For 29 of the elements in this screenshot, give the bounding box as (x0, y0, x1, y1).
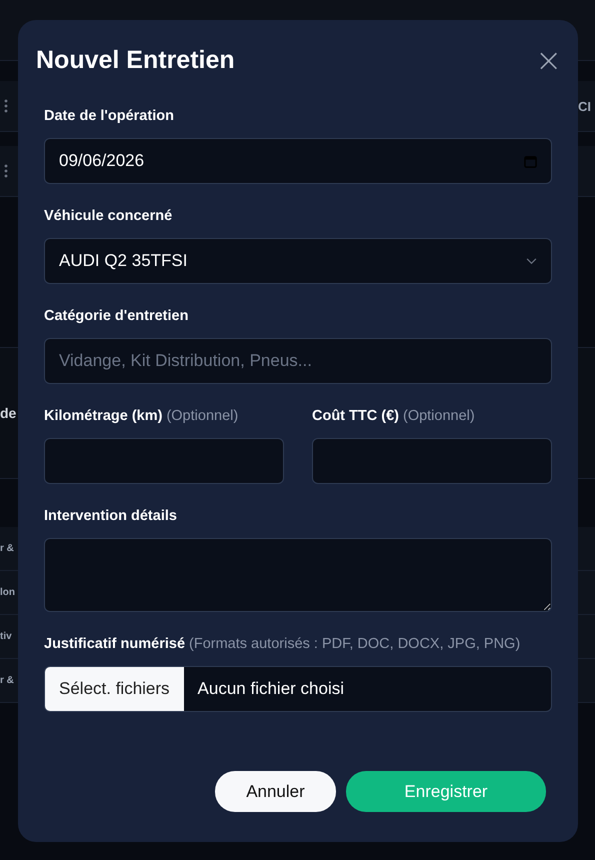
table-cell-fragment: r & (0, 675, 14, 686)
field-label: Véhicule concerné (44, 207, 174, 226)
file-field[interactable]: Sélect. fichiers Aucun fichier choisi (44, 666, 552, 712)
field-label: Date de l'opération (44, 107, 175, 126)
field-label: Kilométrage (km) (Optionnel) (44, 407, 240, 426)
heading-fragment: de (0, 405, 16, 421)
field-label: Intervention détails (44, 507, 178, 526)
table-cell-fragment: tiv (0, 631, 12, 642)
cancel-button[interactable]: Annuler (215, 771, 336, 812)
input-field[interactable]: Vidange, Kit Distribution, Pneus... (44, 338, 552, 384)
input-field[interactable] (312, 438, 552, 484)
field-label: Coût TTC (€) (Optionnel) (312, 407, 476, 426)
choose-file-button[interactable]: Sélect. fichiers (45, 667, 184, 711)
kebab-icon[interactable] (4, 164, 8, 178)
close-button[interactable]: × (535, 44, 562, 76)
chevron-down-icon (526, 258, 537, 264)
vehicle-select[interactable]: AUDI Q2 35TFSI (44, 238, 552, 284)
column-header-fragment: CI (578, 98, 591, 114)
field-label: Justificatif numérisé (Formats autorisés : PDF, DOC, DOCX, JPG, PNG) (44, 635, 522, 654)
file-status: Aucun fichier choisi (198, 679, 344, 699)
modal-title: Nouvel Entretien (36, 46, 235, 74)
field-label: Catégorie d'entretien (44, 307, 190, 326)
table-cell-fragment: lon (0, 587, 15, 598)
kebab-icon[interactable] (4, 99, 8, 113)
input-field[interactable] (44, 438, 284, 484)
table-cell-fragment: r & (0, 543, 14, 554)
date-field[interactable]: 09/06/2026 (44, 138, 552, 184)
calendar-icon[interactable] (524, 154, 537, 168)
text-area[interactable] (44, 538, 552, 612)
